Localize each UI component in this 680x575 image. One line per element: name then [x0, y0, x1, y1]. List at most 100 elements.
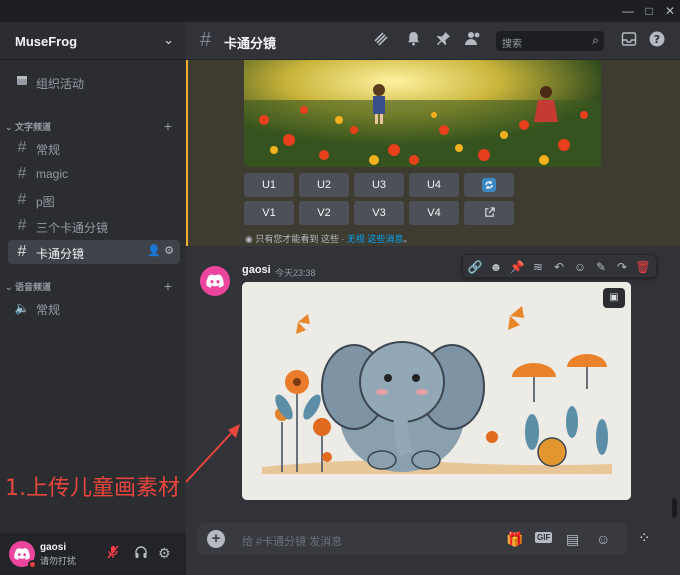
sidebar-item-label: magic — [36, 167, 69, 181]
sidebar-item-channel[interactable]: # 三个卡通分镜 — [8, 214, 180, 238]
add-member-icon[interactable]: 👤 — [147, 245, 161, 257]
avatar[interactable] — [200, 266, 230, 296]
text-category[interactable]: ⌄ 文字频道 — [5, 120, 51, 134]
channel-actions: 👤 ⚙ — [147, 244, 174, 257]
upscale-3-button[interactable]: U3 — [354, 173, 404, 197]
sidebar-item-label: 常规 — [36, 143, 61, 157]
search-input[interactable]: 搜索 ⌕ — [496, 31, 604, 51]
maximize-button[interactable]: □ — [641, 3, 657, 19]
trash-icon[interactable]: 🗑 — [635, 259, 651, 275]
upscale-1-button[interactable]: U1 — [244, 173, 294, 197]
inbox-icon[interactable] — [620, 31, 638, 51]
thread-icon[interactable]: ≋ — [530, 259, 546, 275]
user-status: 请勿打扰 — [40, 556, 77, 566]
open-link-button[interactable] — [464, 201, 514, 225]
sticker-icon[interactable]: ▤ — [566, 531, 579, 548]
svg-text:?: ? — [654, 33, 660, 46]
message-author[interactable]: gaosi — [242, 264, 271, 276]
bell-icon[interactable] — [404, 31, 422, 50]
ephemeral-text: 只有您才能看到 这些 · — [255, 234, 347, 244]
upscale-4-button[interactable]: U4 — [409, 173, 459, 197]
hashtag-icon: # — [17, 243, 27, 260]
chat-main: # 卡通分镜 搜索 ⌕ ? U1 U2 U3 U4 V1 V2 V3 V4 ◉ … — [186, 22, 680, 575]
scrollbar-thumb[interactable] — [672, 498, 677, 518]
sidebar-item-events[interactable]: 组织活动 — [8, 70, 180, 94]
ephemeral-message: U1 U2 U3 U4 V1 V2 V3 V4 ◉ 只有您才能看到 这些 · 无… — [186, 60, 680, 246]
user-panel: gaosi 请勿打扰 ⚙ — [0, 533, 186, 575]
apps-icon[interactable]: ⁘ — [638, 529, 651, 547]
gif-icon[interactable]: GIF — [535, 532, 553, 543]
speaker-icon: 🔈 — [14, 301, 30, 315]
link-icon[interactable]: 🔗 — [467, 259, 483, 275]
upscale-2-button[interactable]: U2 — [299, 173, 349, 197]
reroll-button[interactable] — [464, 173, 514, 197]
generated-image-grid[interactable] — [244, 60, 601, 167]
pin-icon[interactable] — [434, 31, 452, 50]
variation-2-button[interactable]: V2 — [299, 201, 349, 225]
attach-plus-icon[interactable]: + — [207, 530, 225, 548]
hashtag-icon: # — [17, 139, 27, 156]
username: gaosi — [40, 542, 67, 553]
image-options-icon[interactable]: ▣ — [603, 288, 625, 308]
help-icon[interactable]: ? — [648, 31, 666, 51]
sidebar-item-channel[interactable]: # 常规 — [8, 136, 180, 160]
hashtag-icon: # — [17, 217, 27, 234]
dnd-status-icon — [28, 560, 37, 569]
forward-icon[interactable]: ↷ — [614, 259, 630, 275]
eye-icon: ◉ — [245, 234, 256, 244]
gift-icon[interactable]: 🎁 — [506, 531, 523, 548]
category-label: 文字频道 — [15, 122, 52, 132]
voice-category[interactable]: ⌄ 语音频道 — [5, 280, 51, 294]
server-header[interactable]: MuseFrog ⌄ — [0, 22, 186, 60]
add-channel-icon[interactable]: + — [164, 118, 172, 134]
hashtag-icon: # — [17, 191, 27, 208]
threads-icon[interactable] — [372, 31, 390, 51]
hashtag-icon: # — [200, 29, 212, 51]
variation-1-button[interactable]: V1 — [244, 201, 294, 225]
add-channel-icon[interactable]: + — [164, 278, 172, 294]
minimize-button[interactable]: — — [620, 3, 636, 19]
search-icon: ⌕ — [592, 33, 599, 47]
sidebar-item-channel[interactable]: # p图 — [8, 188, 180, 212]
title-bar: — □ ✕ — [0, 0, 680, 22]
ephemeral-note: ◉ 只有您才能看到 这些 · 无视 这些消息。 — [245, 232, 412, 245]
sidebar-item-label: 卡通分镜 — [36, 247, 85, 261]
channel-header: # 卡通分镜 搜索 ⌕ ? — [186, 22, 680, 60]
category-label: 语音频道 — [15, 282, 52, 292]
message-composer[interactable]: + 给 #卡通分镜 发消息 🎁 GIF ▤ ☺ — [198, 523, 627, 555]
sidebar-item-label: 组织活动 — [36, 77, 85, 91]
hashtag-icon: # — [17, 165, 27, 182]
variation-3-button[interactable]: V3 — [354, 201, 404, 225]
gear-icon[interactable]: ⚙ — [158, 545, 171, 562]
sidebar-item-label: 三个卡通分镜 — [36, 221, 109, 235]
sidebar-item-label: 常规 — [36, 303, 61, 317]
message-actions-toolbar: 🔗 ☻ 📌 ≋ ↶ ☺ ✎ ↷ 🗑 — [462, 254, 657, 278]
pin-icon[interactable]: 📌 — [509, 259, 525, 275]
headphones-icon[interactable] — [134, 545, 148, 562]
reply-icon[interactable]: ↶ — [551, 259, 567, 275]
members-icon[interactable] — [464, 31, 482, 50]
edit-pencil-icon[interactable]: ✎ — [593, 259, 609, 275]
sidebar-item-channel[interactable]: # magic — [8, 162, 180, 186]
dismiss-link[interactable]: 无视 这些消息 — [347, 234, 404, 244]
emoji-icon[interactable]: ☺ — [572, 259, 588, 275]
chevron-down-icon: ⌄ — [5, 122, 16, 132]
chat-message: gaosi 今天23:38 🔗 ☻ 📌 ≋ ↶ ☺ ✎ ↷ 🗑 ▣ — [186, 254, 680, 514]
channel-title: 卡通分镜 — [224, 36, 277, 51]
annotation-label: 1.上传儿童画素材 — [5, 476, 180, 501]
gear-icon[interactable]: ⚙ — [164, 245, 174, 257]
calendar-icon — [14, 73, 30, 91]
app-window: — □ ✕ MuseFrog ⌄ 组织活动 ⌄ 文字频道 + # 常规 # ma… — [0, 0, 680, 575]
server-name: MuseFrog — [15, 34, 78, 49]
close-button[interactable]: ✕ — [662, 3, 678, 19]
add-reaction-icon[interactable]: ☻ — [488, 259, 504, 275]
chevron-down-icon: ⌄ — [5, 282, 16, 292]
composer-placeholder: 给 #卡通分镜 发消息 — [242, 536, 343, 548]
sidebar-item-voice[interactable]: 🔈 常规 — [8, 296, 180, 320]
emoji-icon[interactable]: ☺ — [596, 531, 610, 547]
variation-4-button[interactable]: V4 — [409, 201, 459, 225]
sidebar-item-channel-active[interactable]: # 卡通分镜 👤 ⚙ — [8, 240, 180, 264]
uploaded-image[interactable]: ▣ — [242, 282, 631, 500]
sidebar-item-label: p图 — [36, 195, 55, 209]
mic-muted-icon[interactable] — [106, 545, 120, 562]
